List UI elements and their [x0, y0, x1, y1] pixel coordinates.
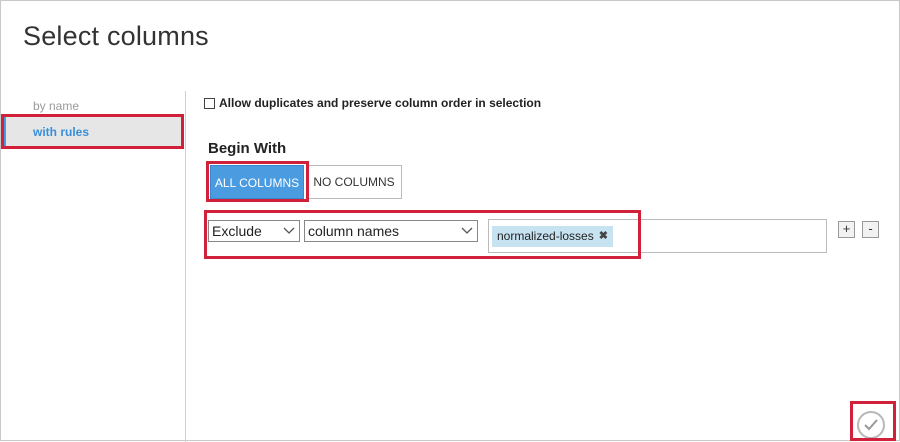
column-tag: normalized-losses ✖: [492, 226, 613, 247]
checkmark-icon: [864, 419, 878, 431]
all-columns-button[interactable]: ALL COLUMNS: [210, 165, 304, 199]
allow-duplicates-option[interactable]: Allow duplicates and preserve column ord…: [204, 96, 541, 110]
sidebar: by name with rules: [1, 91, 185, 442]
column-tag-label: normalized-losses: [497, 229, 594, 243]
rule-type-value: column names: [308, 223, 400, 239]
rule-mode-value: Exclude: [212, 223, 262, 239]
select-columns-dialog: Select columns by name with rules Allow …: [0, 0, 900, 442]
begin-with-heading: Begin With: [208, 140, 287, 157]
sidebar-item-with-rules[interactable]: with rules: [1, 117, 183, 148]
remove-rule-button[interactable]: -: [862, 221, 879, 238]
rule-mode-select[interactable]: Exclude: [208, 220, 300, 242]
remove-tag-icon[interactable]: ✖: [599, 226, 608, 247]
ok-button[interactable]: [857, 411, 885, 439]
sidebar-divider: [185, 91, 186, 442]
allow-duplicates-label: Allow duplicates and preserve column ord…: [219, 96, 542, 110]
rule-type-select[interactable]: column names: [304, 220, 478, 242]
dialog-title: Select columns: [23, 21, 209, 51]
sidebar-item-by-name[interactable]: by name: [1, 97, 183, 115]
allow-duplicates-checkbox[interactable]: [204, 97, 215, 109]
chevron-down-icon: [283, 221, 295, 248]
no-columns-button[interactable]: NO COLUMNS: [306, 165, 402, 199]
chevron-down-icon: [461, 221, 473, 248]
add-rule-button[interactable]: +: [838, 221, 855, 238]
